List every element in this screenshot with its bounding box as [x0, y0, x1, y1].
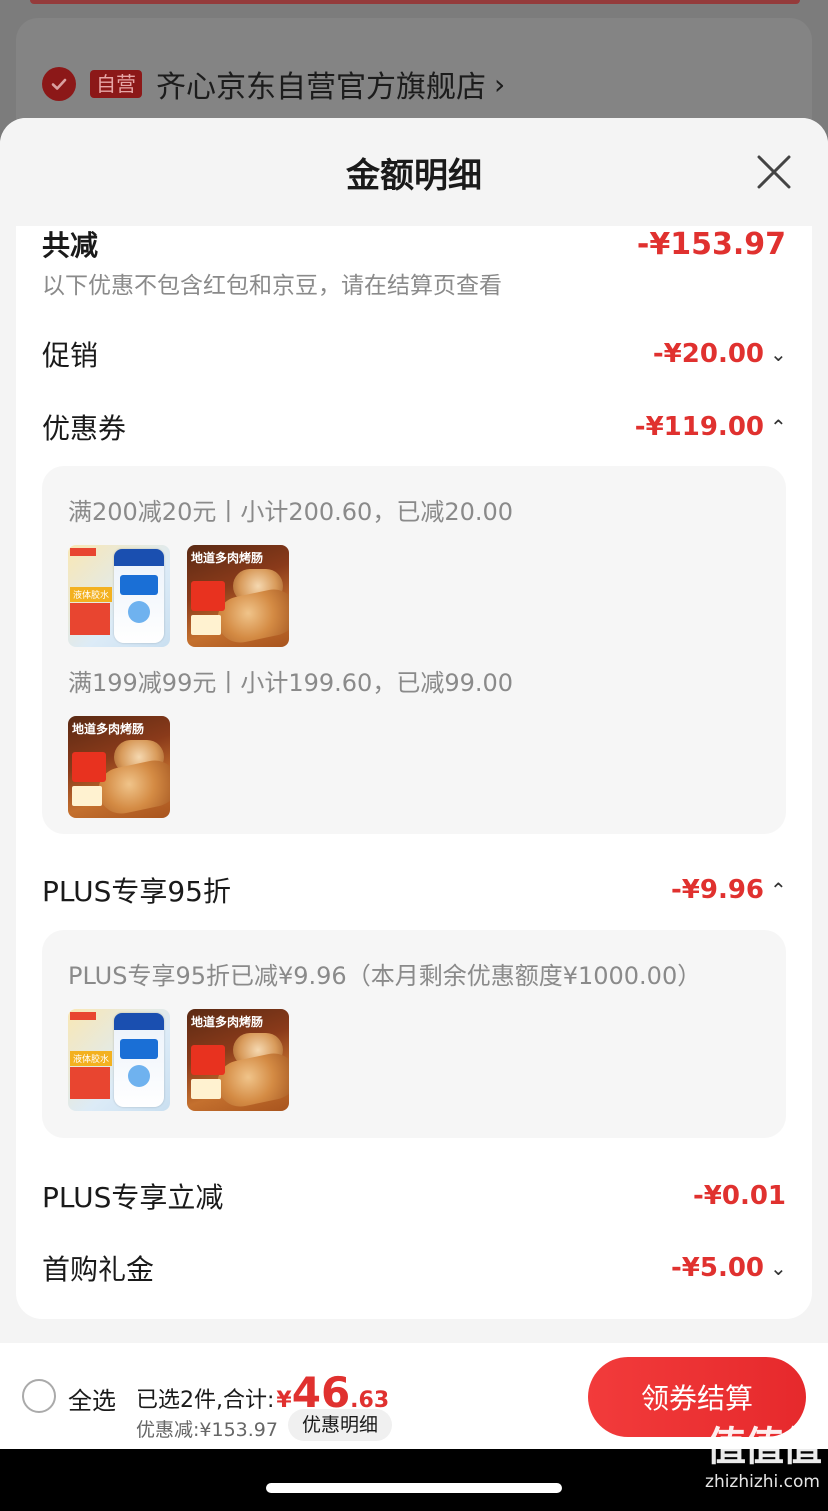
watermark: 值值值 zhizhizhi.com [670, 1420, 822, 1492]
coupon-amount: -¥119.00 [634, 412, 764, 442]
plus-product-list: 液体胶水 地道多肉烤肠 [68, 1009, 760, 1111]
background-cart-page: 自营 齐心京东自营官方旗舰店 › [0, 0, 828, 148]
background-shop-row: 自营 齐心京东自营官方旗舰店 › [42, 62, 505, 106]
product-tag: 液体胶水 [70, 587, 113, 602]
product-headline: 地道多肉烤肠 [72, 722, 145, 736]
plus-discount-row[interactable]: PLUS专享95折 -¥9.96 ⌃ [42, 870, 787, 910]
close-icon [757, 155, 791, 189]
product-headline: 地道多肉烤肠 [191, 1015, 264, 1029]
self-operated-tag: 自营 [90, 70, 142, 98]
glue-bottle-product-image[interactable]: 液体胶水 [68, 545, 170, 647]
promo-label: 促销 [42, 339, 99, 372]
first-gift-row[interactable]: 首购礼金 -¥5.00 ⌄ [42, 1248, 787, 1288]
sausage-product-image[interactable]: 地道多肉烤肠 [187, 1009, 289, 1111]
select-all-radio[interactable] [22, 1379, 56, 1413]
chevron-up-icon: ⌃ [770, 415, 787, 439]
home-indicator[interactable] [266, 1483, 562, 1493]
plus-instant-label: PLUS专享立减 [42, 1181, 224, 1214]
plus-detail-line: PLUS专享95折已减¥9.96（本月剩余优惠额度¥1000.00） [68, 962, 702, 990]
coupon-label: 优惠券 [42, 412, 127, 445]
coupon-detail-line: 满199减99元丨小计199.60，已减99.00 [68, 669, 514, 697]
discount-note: 以下优惠不包含红包和京豆，请在结算页查看 [42, 273, 502, 299]
plus-discount-label: PLUS专享95折 [42, 875, 231, 908]
coupon-row[interactable]: 优惠券 -¥119.00 ⌃ [42, 407, 787, 447]
amount-detail-sheet: 金额明细 共减 -¥153.97 以下优惠不包含红包和京豆，请在结算页查看 促销… [0, 118, 828, 1511]
total-discount-amount: -¥153.97 [636, 226, 786, 262]
plus-instant-amount: -¥0.01 [692, 1181, 786, 1211]
total-discount-row: 共减 -¥153.97 [42, 226, 786, 264]
select-all-label[interactable]: 全选 [68, 1381, 116, 1416]
coupon-detail-box: 满200减20元丨小计200.60，已减20.00 液体胶水 地道多肉烤肠 满1… [42, 466, 786, 834]
product-tag: 液体胶水 [70, 1051, 113, 1066]
saved-amount-text: 优惠减:¥153.97 [136, 1419, 278, 1441]
discount-detail-button[interactable]: 优惠明细 [288, 1409, 393, 1441]
chevron-down-icon: ⌄ [770, 342, 787, 366]
coupon-product-list: 液体胶水 地道多肉烤肠 [68, 545, 760, 647]
product-headline: 地道多肉烤肠 [191, 551, 264, 565]
first-gift-amount: -¥5.00 [670, 1253, 764, 1283]
shop-check-icon [42, 67, 76, 101]
sheet-title: 金额明细 [346, 156, 482, 196]
plus-instant-row: PLUS专享立减 -¥0.01 [42, 1176, 786, 1216]
promo-amount: -¥20.00 [652, 339, 764, 369]
coupon-detail-line: 满200减20元丨小计200.60，已减20.00 [68, 498, 514, 526]
first-gift-label: 首购礼金 [42, 1253, 155, 1286]
total-discount-label: 共减 [42, 229, 99, 262]
sheet-header: 金额明细 [0, 118, 828, 226]
total-integer: 46 [291, 1368, 351, 1417]
promo-row[interactable]: 促销 -¥20.00 ⌄ [42, 334, 787, 374]
glue-bottle-product-image[interactable]: 液体胶水 [68, 1009, 170, 1111]
watermark-logo: 值值值 [706, 1424, 822, 1470]
sausage-product-image[interactable]: 地道多肉烤肠 [68, 716, 170, 818]
background-top-card-edge [30, 0, 800, 4]
chevron-down-icon: ⌄ [770, 1256, 787, 1280]
watermark-url: zhizhizhi.com [705, 1472, 820, 1492]
chevron-up-icon: ⌃ [770, 878, 787, 902]
selected-count-text: 已选2件,合计: [136, 1388, 275, 1413]
shop-chevron-icon: › [494, 67, 506, 101]
shop-name: 齐心京东自营官方旗舰店 [156, 70, 486, 105]
total-summary: 已选2件,合计: ¥ 46 .63 [136, 1368, 389, 1417]
plus-detail-box: PLUS专享95折已减¥9.96（本月剩余优惠额度¥1000.00） 液体胶水 … [42, 930, 786, 1138]
coupon-product-list: 地道多肉烤肠 [68, 716, 760, 818]
plus-discount-amount: -¥9.96 [670, 875, 764, 905]
currency-symbol: ¥ [276, 1388, 292, 1413]
close-button[interactable] [754, 152, 794, 192]
sausage-product-image[interactable]: 地道多肉烤肠 [187, 545, 289, 647]
discount-panel: 共减 -¥153.97 以下优惠不包含红包和京豆，请在结算页查看 促销 -¥20… [16, 226, 812, 1319]
